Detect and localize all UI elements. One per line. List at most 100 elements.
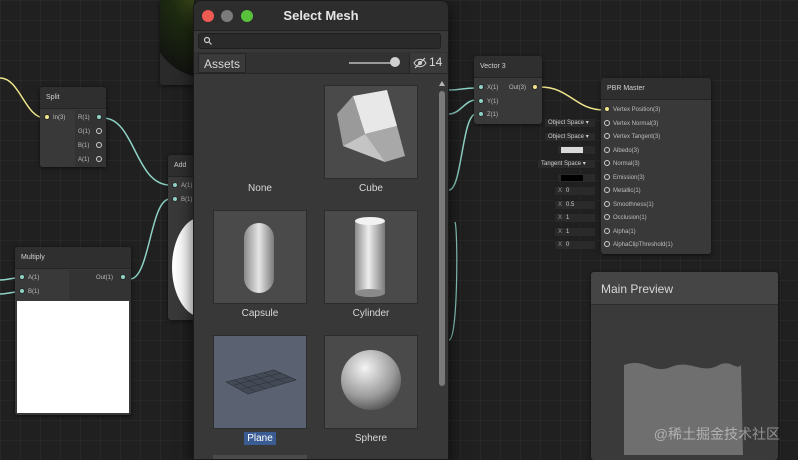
mesh-item-cube[interactable]: Cube — [324, 85, 418, 205]
add-in-a-label: A(1) — [181, 183, 193, 189]
vector3-node[interactable]: Vector 3 X(1) Y(1) Z(1) Out(3) — [474, 56, 542, 124]
pbr-port-3: Albedo(3) — [613, 148, 640, 154]
vector3-out-port[interactable] — [532, 84, 538, 90]
split-out-r-label: R(1) — [78, 115, 90, 121]
capsule-icon — [213, 210, 307, 304]
pbr-port-dot-9[interactable] — [604, 228, 610, 234]
add-in-b-label: B(1) — [181, 197, 193, 203]
cylinder-icon — [324, 210, 418, 304]
search-box[interactable] — [198, 33, 441, 49]
scroll-up-arrow-icon[interactable] — [439, 81, 445, 86]
pbr-port-dot-8[interactable] — [604, 214, 610, 220]
alpha-clip-field[interactable]: X0 — [554, 240, 596, 250]
split-node-title: Split — [40, 87, 106, 109]
slider-thumb[interactable] — [390, 57, 400, 67]
mesh-item-cylinder[interactable]: Cylinder — [324, 210, 418, 330]
pbr-port-dot-7[interactable] — [604, 201, 610, 207]
split-in-port[interactable] — [44, 114, 50, 120]
normal-space-dropdown[interactable]: Tangent Space ▾ — [537, 159, 596, 169]
split-out-b-label: B(1) — [78, 143, 90, 149]
vector3-in-x-label: X(1) — [487, 85, 499, 91]
pbr-port-5: Emission(3) — [613, 175, 645, 181]
top-preview — [150, 0, 266, 85]
tab-assets[interactable]: Assets — [198, 53, 247, 73]
scrollbar[interactable] — [437, 79, 447, 459]
split-out-g-port[interactable] — [96, 128, 102, 134]
cube-icon — [324, 85, 418, 179]
dialog-title: Select Mesh — [283, 8, 359, 23]
pbr-port-dot-6[interactable] — [604, 187, 610, 193]
mesh-item-none[interactable]: None — [213, 85, 307, 205]
vector3-in-y-port[interactable] — [478, 98, 484, 104]
dialog-titlebar[interactable]: Select Mesh — [194, 1, 448, 31]
mesh-item-sphere[interactable]: Sphere — [324, 335, 418, 455]
pbr-master-title: PBR Master — [601, 78, 711, 100]
main-preview-title: Main Preview — [601, 282, 674, 296]
pbr-port-dot-0[interactable] — [604, 106, 610, 112]
preview-sphere-icon — [150, 0, 266, 78]
vertex-normal-space-dropdown[interactable]: Object Space ▾ — [544, 118, 596, 128]
main-preview-header: Main Preview — [591, 272, 778, 305]
multiply-node-title: Multiply — [15, 247, 131, 269]
pbr-port-4: Normal(3) — [613, 161, 640, 167]
split-out-a-label: A(1) — [78, 157, 90, 163]
pbr-port-9: Alpha(1) — [613, 229, 636, 235]
pbr-port-0: Vertex Position(3) — [613, 107, 661, 113]
mesh-item-plane[interactable]: Plane — [213, 335, 307, 455]
vector3-in-x-port[interactable] — [478, 84, 484, 90]
pbr-port-dot-10[interactable] — [604, 241, 610, 247]
mesh-item-label: Cylinder — [352, 308, 390, 319]
split-out-g-label: G(1) — [78, 129, 90, 135]
search-input[interactable] — [215, 34, 435, 48]
pbr-port-dot-4[interactable] — [604, 160, 610, 166]
mesh-item-label: Cube — [359, 183, 383, 194]
split-node[interactable]: Split In(3) R(1) G(1) B(1) A(1) — [40, 87, 106, 167]
scroll-thumb[interactable] — [439, 91, 445, 386]
plane-icon — [213, 335, 307, 429]
pbr-port-dot-2[interactable] — [604, 133, 610, 139]
emission-color-field[interactable] — [557, 173, 596, 183]
split-out-a-port[interactable] — [96, 156, 102, 162]
multiply-out-label: Out(1) — [96, 275, 114, 281]
multiply-in-b-port[interactable] — [19, 288, 25, 294]
pbr-port-10: AlphaClipThreshold(1) — [613, 242, 673, 248]
pbr-port-dot-1[interactable] — [604, 120, 610, 126]
split-out-b-port[interactable] — [96, 142, 102, 148]
split-in-label: In(3) — [53, 115, 66, 121]
vertex-tangent-space-dropdown[interactable]: Object Space ▾ — [544, 132, 596, 142]
none-thumbnail — [213, 85, 307, 179]
alpha-field[interactable]: X1 — [554, 227, 596, 237]
smoothness-field[interactable]: X 0.5 — [554, 200, 596, 210]
mesh-item-capsule[interactable]: Capsule — [213, 210, 307, 330]
add-in-b-port[interactable] — [172, 196, 178, 202]
hidden-packages-toggle[interactable]: 14 — [409, 53, 447, 73]
mesh-item-label: Sphere — [354, 433, 388, 444]
split-out-r-port[interactable] — [96, 114, 102, 120]
vector3-in-z-port[interactable] — [478, 111, 484, 117]
pbr-port-dot-3[interactable] — [604, 147, 610, 153]
next-row-thumbnail — [213, 455, 307, 459]
multiply-in-a-label: A(1) — [28, 275, 40, 281]
vector3-in-z-label: Z(1) — [487, 112, 498, 118]
pbr-master-node[interactable]: PBR Master Vertex Position(3) Vertex Nor… — [601, 78, 711, 254]
multiply-in-b-label: B(1) — [28, 289, 40, 295]
select-mesh-dialog[interactable]: Select Mesh Assets 14 None Cube Capsule … — [193, 0, 449, 460]
pbr-port-1: Vertex Normal(3) — [613, 121, 659, 127]
multiply-out-port[interactable] — [120, 274, 126, 280]
occlusion-field[interactable]: X1 — [554, 213, 596, 223]
mesh-item-label: None — [248, 183, 272, 194]
eye-slash-icon — [413, 57, 427, 69]
pbr-port-dot-5[interactable] — [604, 174, 610, 180]
multiply-in-a-port[interactable] — [19, 274, 25, 280]
vector3-out-label: Out(3) — [509, 85, 527, 91]
mesh-item-label: Capsule — [241, 308, 279, 319]
pbr-port-8: Occlusion(1) — [613, 215, 647, 221]
watermark: @稀土掘金技术社区 — [653, 426, 780, 442]
multiply-node[interactable]: Multiply A(1) B(1) Out(1) — [15, 247, 131, 415]
pbr-port-6: Metallic(1) — [613, 188, 641, 194]
vector3-node-title: Vector 3 — [474, 56, 542, 78]
metallic-field[interactable]: X0 — [554, 186, 596, 196]
search-icon — [203, 36, 212, 45]
albedo-color-field[interactable] — [557, 145, 596, 155]
add-in-a-port[interactable] — [172, 182, 178, 188]
